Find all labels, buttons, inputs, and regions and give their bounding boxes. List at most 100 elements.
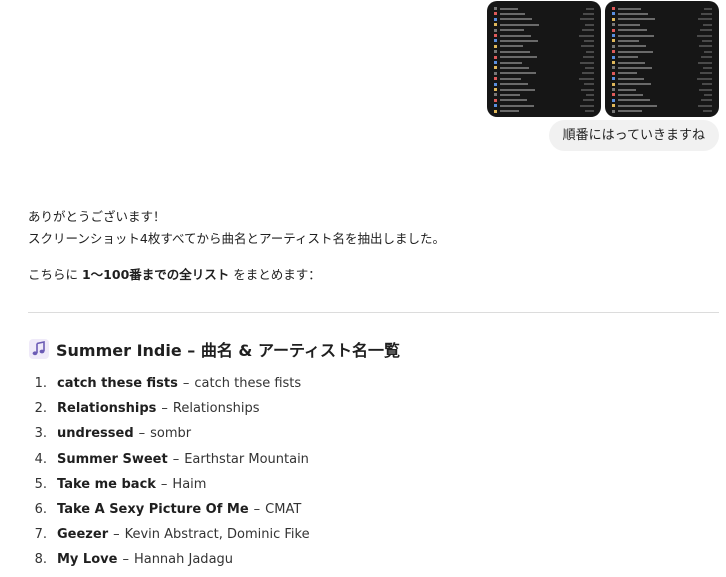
thumbnail-cover [494, 23, 497, 27]
thumbnail-line [701, 99, 712, 102]
thumbnail-line [500, 50, 530, 53]
thumbnail-row [612, 44, 712, 48]
separator: – [172, 451, 180, 467]
separator: – [122, 552, 129, 568]
thumbnail-row [494, 28, 594, 32]
thumbnail-line [618, 23, 640, 26]
track-artist: catch these fists [194, 376, 302, 392]
thumbnail-row [494, 93, 594, 97]
separator: – [160, 476, 168, 492]
list-item: 8. My Love – Hannah Jadagu [28, 547, 718, 572]
thumbnail-cover [612, 44, 615, 48]
thumbnail-cover [612, 98, 615, 102]
track-artist: Relationships [172, 401, 260, 417]
thumbnail-line [618, 104, 657, 107]
thumbnail-cover [494, 98, 497, 102]
thumbnail-cover [612, 39, 615, 43]
thumbnail-line [702, 39, 712, 42]
thumbnail-line [618, 110, 642, 113]
separator: – [253, 502, 261, 518]
thumbnail-line [618, 7, 641, 10]
thumbnail-line [580, 104, 594, 107]
thumbnail-cover [612, 61, 615, 64]
thumbnail-cover [494, 61, 497, 64]
thumbnail-row [612, 71, 712, 75]
thumbnail-row [494, 55, 594, 59]
track-number: 4. [34, 451, 47, 467]
thumbnail-row [494, 88, 594, 91]
thumbnail-row [612, 88, 712, 91]
thumbnail-line [583, 99, 594, 102]
thumbnail-line [582, 72, 594, 75]
thumbnail-line [584, 39, 594, 42]
attached-screenshots [487, 1, 719, 117]
thumbnail-line [583, 56, 594, 59]
thumbnail-row [494, 77, 594, 81]
thumbnail-line [618, 93, 643, 96]
list-item: 4. Summer Sweet – Earthstar Mountain [28, 447, 718, 472]
thumbnail-line [500, 23, 539, 26]
thumbnail-cover [612, 71, 615, 75]
thumbnail-row [612, 17, 712, 21]
thumbnail-cover [494, 34, 497, 37]
list-item: 2. Relationships – Relationships [28, 396, 718, 421]
thumbnail-line [700, 72, 712, 75]
thumbnail-row [612, 109, 712, 113]
thumbnail-line [618, 45, 646, 48]
assistant-line: スクリーンショット4枚すべてから曲名とアーティスト名を抽出しました。 [28, 231, 445, 246]
thumbnail-line [618, 77, 644, 80]
thumbnail-cover [494, 77, 497, 81]
thumbnail-cover [494, 17, 497, 21]
thumbnail-line [500, 93, 520, 96]
thumbnail-line [500, 29, 524, 32]
summary-suffix: をまとめます： [229, 267, 321, 282]
track-number: 5. [34, 476, 47, 492]
track-title: Relationships [57, 401, 157, 417]
thumbnail-line [500, 66, 529, 69]
screenshot-thumbnail[interactable] [605, 1, 719, 117]
track-number: 7. [34, 527, 47, 543]
thumbnail-row [494, 12, 594, 16]
thumbnail-row [612, 104, 712, 108]
thumbnail-line [580, 18, 594, 21]
track-list: 1. catch these fists – catch these fists 2. R… [28, 371, 718, 573]
thumbnail-cover [494, 88, 497, 91]
assistant-line: ありがとうございます！ [28, 209, 166, 224]
thumbnail-line [583, 12, 594, 15]
thumbnail-line [699, 45, 712, 48]
separator: – [182, 376, 190, 392]
thumbnail-line [580, 61, 594, 64]
thumbnail-line [697, 77, 712, 80]
thumbnail-cover [494, 39, 497, 43]
thumbnail-cover [494, 71, 497, 75]
thumbnail-line [581, 88, 594, 91]
thumbnail-line [582, 29, 594, 32]
thumbnail-row [494, 109, 594, 113]
thumbnail-line [704, 50, 712, 53]
thumbnail-line [701, 56, 712, 59]
thumbnail-line [500, 61, 522, 64]
thumbnail-row [494, 98, 594, 102]
track-title: Take me back [57, 476, 156, 492]
thumbnail-line [704, 93, 712, 96]
thumbnail-row [494, 66, 594, 70]
thumbnail-line [500, 110, 519, 113]
separator: – [161, 401, 168, 417]
thumbnail-cover [612, 82, 615, 86]
thumbnail-cover [612, 104, 615, 108]
thumbnail-line [698, 18, 712, 21]
screenshot-thumbnail[interactable] [487, 1, 601, 117]
section-heading: Summer Indie – 曲名 & アーティスト名一覧 [28, 337, 718, 361]
track-title: catch these fists [57, 376, 178, 392]
track-number: 6. [34, 502, 47, 518]
list-item: 1. catch these fists – catch these fists [28, 371, 718, 396]
thumbnail-line [618, 83, 651, 86]
thumbnail-cover [494, 66, 497, 70]
thumbnail-cover [494, 109, 497, 113]
thumbnail-line [581, 45, 594, 48]
thumbnail-line [700, 29, 712, 32]
thumbnail-row [494, 71, 594, 75]
thumbnail-line [500, 72, 536, 75]
thumbnail-line [698, 104, 712, 107]
thumbnail-row [494, 39, 594, 43]
